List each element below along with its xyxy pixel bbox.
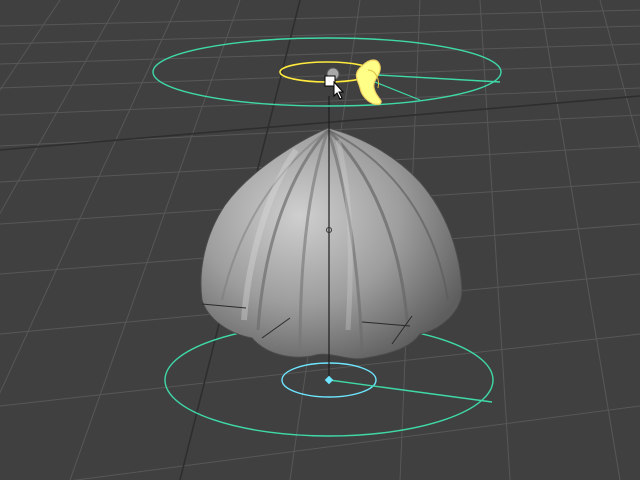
move-arrow-cursor-icon [324,75,345,100]
3d-viewport[interactable] [0,0,640,480]
deformed-sphere-mesh[interactable] [200,127,463,360]
